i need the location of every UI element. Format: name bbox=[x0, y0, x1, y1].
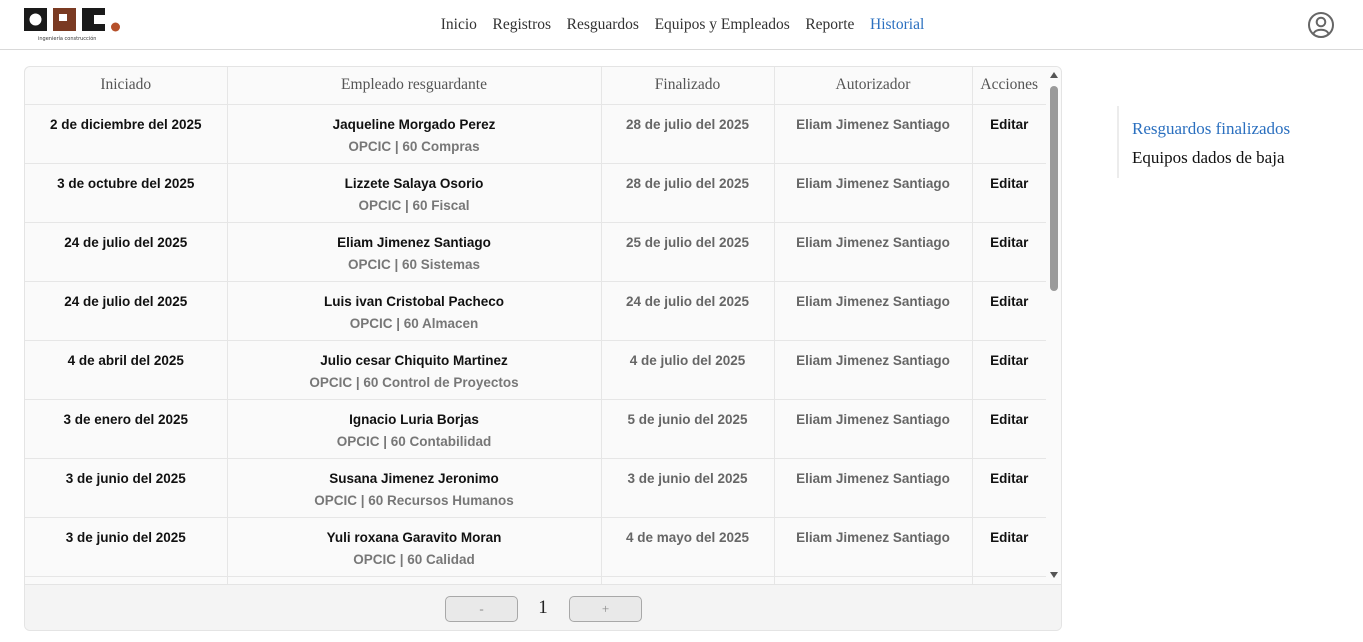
employee-name: Lizzete Salaya Osorio bbox=[344, 175, 484, 191]
vertical-scrollbar[interactable] bbox=[1046, 67, 1061, 584]
authorizer: Eliam Jimenez Santiago bbox=[774, 281, 973, 341]
table-row: 4 de abril del 2025 Julio cesar Chiquito… bbox=[25, 340, 1046, 400]
start-date: 3 de enero del 2025 bbox=[25, 399, 228, 459]
column-header-finalizado: Finalizado bbox=[601, 67, 775, 105]
table-row: 3 de enero del 2025 Ignacio Luria Borjas… bbox=[25, 399, 1046, 459]
history-table: Iniciado Empleado resguardante Finalizad… bbox=[25, 67, 1046, 584]
employee-dept: OPCIC | 60 Almacen bbox=[349, 315, 479, 331]
history-table-card: Iniciado Empleado resguardante Finalizad… bbox=[24, 66, 1062, 631]
start-date: 24 de julio del 2025 bbox=[25, 281, 228, 341]
nav-reporte[interactable]: Reporte bbox=[805, 16, 854, 34]
authorizer: Eliam Jimenez Santiago bbox=[774, 104, 973, 164]
scroll-down-arrow-icon[interactable] bbox=[1050, 572, 1058, 578]
nav-registros[interactable]: Registros bbox=[492, 16, 551, 34]
employee-name: Luis ivan Cristobal Pacheco bbox=[323, 293, 505, 309]
employee-name: Ignacio Luria Borjas bbox=[349, 411, 479, 427]
end-date: 28 de julio del 2025 bbox=[601, 104, 775, 164]
start-date bbox=[25, 576, 228, 584]
table-row: 2 de diciembre del 2025 Jaqueline Morgad… bbox=[25, 104, 1046, 164]
end-date: 4 de julio del 2025 bbox=[601, 340, 775, 400]
authorizer: Eliam Jimenez Santiago bbox=[774, 163, 973, 223]
authorizer: Eliam Jimenez Santiago bbox=[774, 340, 973, 400]
employee-cell: Yuli roxana Garavito Moran OPCIC | 60 Ca… bbox=[227, 517, 602, 577]
start-date: 3 de octubre del 2025 bbox=[25, 163, 228, 223]
employee-cell: Eliam Jimenez Santiago OPCIC | 60 Sistem… bbox=[227, 222, 602, 282]
column-header-iniciado: Iniciado bbox=[25, 67, 228, 105]
main-nav: Inicio Registros Resguardos Equipos y Em… bbox=[0, 0, 1363, 50]
table-row: 3 de junio del 2025 Susana Jimenez Jeron… bbox=[25, 458, 1046, 518]
employee-dept: OPCIC | 60 Contabilidad bbox=[336, 433, 492, 449]
end-date: 24 de julio del 2025 bbox=[601, 281, 775, 341]
end-date bbox=[601, 576, 775, 584]
start-date: 3 de junio del 2025 bbox=[25, 517, 228, 577]
employee-dept: OPCIC | 60 Calidad bbox=[353, 551, 475, 567]
end-date: 4 de mayo del 2025 bbox=[601, 517, 775, 577]
employee-cell bbox=[227, 576, 602, 584]
authorizer: Eliam Jimenez Santiago bbox=[774, 517, 973, 577]
user-circle-icon[interactable] bbox=[1307, 11, 1335, 39]
employee-dept: OPCIC | 60 Control de Proyectos bbox=[309, 374, 519, 390]
table-scroll-area[interactable]: Iniciado Empleado resguardante Finalizad… bbox=[25, 67, 1046, 584]
column-header-acciones: Acciones bbox=[972, 67, 1046, 105]
employee-cell: Jaqueline Morgado Perez OPCIC | 60 Compr… bbox=[227, 104, 602, 164]
end-date: 25 de julio del 2025 bbox=[601, 222, 775, 282]
employee-dept: OPCIC | 60 Compras bbox=[348, 138, 480, 154]
start-date: 4 de abril del 2025 bbox=[25, 340, 228, 400]
edit-button[interactable]: Editar bbox=[972, 340, 1046, 400]
edit-button[interactable]: Editar bbox=[972, 163, 1046, 223]
pagination: - 1 + bbox=[25, 584, 1061, 630]
table-row: 3 de octubre del 2025 Lizzete Salaya Oso… bbox=[25, 163, 1046, 223]
edit-button[interactable] bbox=[972, 576, 1046, 584]
employee-dept: OPCIC | 60 Recursos Humanos bbox=[314, 492, 514, 508]
scrollbar-thumb[interactable] bbox=[1050, 86, 1058, 291]
history-side-menu: Resguardos finalizados Equipos dados de … bbox=[1117, 106, 1337, 178]
nav-equipos-empleados[interactable]: Equipos y Empleados bbox=[655, 16, 790, 34]
employee-name: Julio cesar Chiquito Martinez bbox=[320, 352, 508, 368]
authorizer bbox=[774, 576, 973, 584]
table-row: 24 de julio del 2025 Luis ivan Cristobal… bbox=[25, 281, 1046, 341]
employee-name: Jaqueline Morgado Perez bbox=[332, 116, 496, 132]
employee-name: Eliam Jimenez Santiago bbox=[337, 234, 491, 250]
table-row: 24 de julio del 2025 Eliam Jimenez Santi… bbox=[25, 222, 1046, 282]
nav-resguardos[interactable]: Resguardos bbox=[567, 16, 639, 34]
start-date: 2 de diciembre del 2025 bbox=[25, 104, 228, 164]
start-date: 3 de junio del 2025 bbox=[25, 458, 228, 518]
employee-dept: OPCIC | 60 Fiscal bbox=[358, 197, 470, 213]
side-item-resguardos-finalizados[interactable]: Resguardos finalizados bbox=[1132, 114, 1337, 143]
authorizer: Eliam Jimenez Santiago bbox=[774, 458, 973, 518]
employee-dept: OPCIC | 60 Sistemas bbox=[347, 256, 481, 272]
edit-button[interactable]: Editar bbox=[972, 104, 1046, 164]
edit-button[interactable]: Editar bbox=[972, 399, 1046, 459]
employee-cell: Susana Jimenez Jeronimo OPCIC | 60 Recur… bbox=[227, 458, 602, 518]
end-date: 5 de junio del 2025 bbox=[601, 399, 775, 459]
previous-page-button[interactable]: - bbox=[445, 596, 518, 622]
current-page-number: 1 bbox=[538, 597, 548, 618]
employee-name: Susana Jimenez Jeronimo bbox=[329, 470, 499, 486]
authorizer: Eliam Jimenez Santiago bbox=[774, 222, 973, 282]
nav-historial[interactable]: Historial bbox=[870, 16, 924, 34]
nav-inicio[interactable]: Inicio bbox=[441, 16, 477, 34]
next-page-button[interactable]: + bbox=[569, 596, 642, 622]
end-date: 3 de junio del 2025 bbox=[601, 458, 775, 518]
employee-cell: Luis ivan Cristobal Pacheco OPCIC | 60 A… bbox=[227, 281, 602, 341]
table-row: 3 de junio del 2025 Yuli roxana Garavito… bbox=[25, 517, 1046, 577]
table-row bbox=[25, 576, 1046, 584]
side-item-equipos-dados-de-baja[interactable]: Equipos dados de baja bbox=[1132, 143, 1337, 172]
end-date: 28 de julio del 2025 bbox=[601, 163, 775, 223]
employee-cell: Lizzete Salaya Osorio OPCIC | 60 Fiscal bbox=[227, 163, 602, 223]
table-header-row: Iniciado Empleado resguardante Finalizad… bbox=[25, 67, 1046, 105]
top-navbar: ingeniería construcción Inicio Registros… bbox=[0, 0, 1363, 50]
edit-button[interactable]: Editar bbox=[972, 517, 1046, 577]
scroll-up-arrow-icon[interactable] bbox=[1050, 72, 1058, 78]
authorizer: Eliam Jimenez Santiago bbox=[774, 399, 973, 459]
column-header-autorizador: Autorizador bbox=[774, 67, 973, 105]
edit-button[interactable]: Editar bbox=[972, 281, 1046, 341]
employee-cell: Ignacio Luria Borjas OPCIC | 60 Contabil… bbox=[227, 399, 602, 459]
start-date: 24 de julio del 2025 bbox=[25, 222, 228, 282]
column-header-empleado: Empleado resguardante bbox=[227, 67, 602, 105]
edit-button[interactable]: Editar bbox=[972, 458, 1046, 518]
edit-button[interactable]: Editar bbox=[972, 222, 1046, 282]
employee-name: Yuli roxana Garavito Moran bbox=[326, 529, 502, 545]
employee-cell: Julio cesar Chiquito Martinez OPCIC | 60… bbox=[227, 340, 602, 400]
